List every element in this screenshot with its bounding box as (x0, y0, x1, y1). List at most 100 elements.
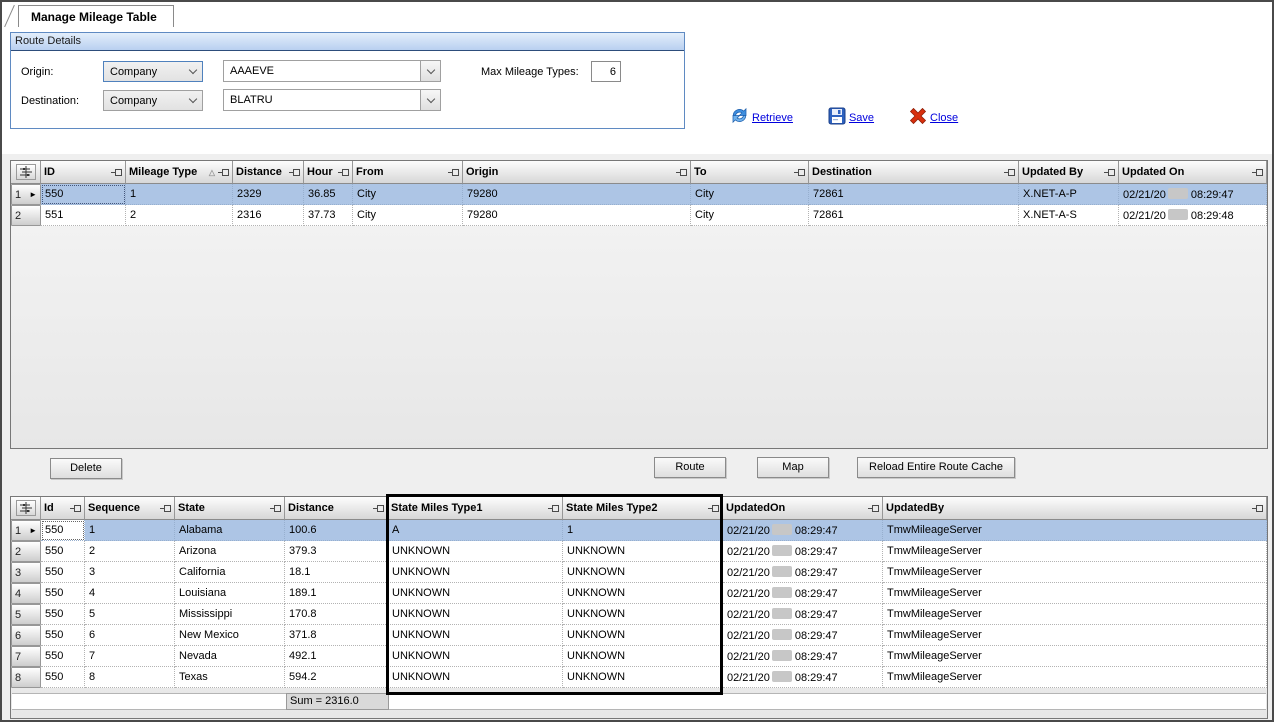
cell-updatedon[interactable]: 02/21/2008:29:47 (723, 646, 883, 667)
cell-state-miles-type2[interactable]: UNKNOWN (563, 646, 723, 667)
table-row[interactable]: 5 550 5 Mississippi 170.8 UNKNOWN UNKNOW… (11, 604, 1267, 625)
pin-icon[interactable] (70, 504, 81, 513)
cell-destination[interactable]: 72861 (809, 205, 1019, 226)
cell-hour[interactable]: 37.73 (304, 205, 353, 226)
cell-updatedon[interactable]: 02/21/2008:29:47 (723, 667, 883, 688)
table-row[interactable]: 2 550 2 Arizona 379.3 UNKNOWN UNKNOWN 02… (11, 541, 1267, 562)
cell-destination[interactable]: 72861 (809, 184, 1019, 205)
cell-state[interactable]: New Mexico (175, 625, 285, 646)
cell-state-miles-type1[interactable]: UNKNOWN (388, 667, 563, 688)
table-row[interactable]: 8 550 8 Texas 594.2 UNKNOWN UNKNOWN 02/2… (11, 667, 1267, 688)
row-selector[interactable]: 2 (11, 541, 41, 562)
close-button[interactable]: Close (908, 106, 958, 131)
cell-state-miles-type1[interactable]: A (388, 520, 563, 541)
cell-mileage-type[interactable]: 1 (126, 184, 233, 205)
column-header-sequence[interactable]: Sequence (85, 497, 175, 520)
cell-updatedby[interactable]: TmwMileageServer (883, 541, 1267, 562)
cell-state[interactable]: California (175, 562, 285, 583)
cell-updatedon[interactable]: 02/21/2008:29:47 (723, 583, 883, 604)
table-row[interactable]: 2 551 2 2316 37.73 City 79280 City 72861… (11, 205, 1267, 226)
cell-distance[interactable]: 100.6 (285, 520, 388, 541)
cell-state-miles-type2[interactable]: UNKNOWN (563, 625, 723, 646)
cell-id[interactable]: 550 (41, 541, 85, 562)
route-button[interactable]: Route (654, 457, 726, 478)
cell-id[interactable]: 550 (41, 583, 85, 604)
pin-icon[interactable] (794, 168, 805, 177)
row-selector[interactable]: 3 (11, 562, 41, 583)
cell-state-miles-type2[interactable]: UNKNOWN (563, 541, 723, 562)
pin-icon[interactable] (1252, 504, 1263, 513)
cell-updatedon[interactable]: 02/21/2008:29:47 (723, 520, 883, 541)
cell-distance[interactable]: 18.1 (285, 562, 388, 583)
pin-icon[interactable] (676, 168, 687, 177)
cell-id[interactable]: 550 (41, 604, 85, 625)
cell-state[interactable]: Alabama (175, 520, 285, 541)
cell-state-miles-type1[interactable]: UNKNOWN (388, 625, 563, 646)
cell-distance[interactable]: 594.2 (285, 667, 388, 688)
cell-updatedon[interactable]: 02/21/2008:29:47 (723, 562, 883, 583)
grid-corner-header[interactable] (11, 497, 41, 520)
cell-state[interactable]: Texas (175, 667, 285, 688)
cell-id[interactable]: 550 (41, 520, 85, 541)
cell-origin[interactable]: 79280 (463, 184, 691, 205)
cell-sequence[interactable]: 7 (85, 646, 175, 667)
row-selector[interactable]: 4 (11, 583, 41, 604)
row-selector[interactable]: 6 (11, 625, 41, 646)
cell-state-miles-type2[interactable]: UNKNOWN (563, 562, 723, 583)
cell-id[interactable]: 551 (41, 205, 126, 226)
cell-distance[interactable]: 2329 (233, 184, 304, 205)
cell-sequence[interactable]: 4 (85, 583, 175, 604)
cell-mileage-type[interactable]: 2 (126, 205, 233, 226)
column-header-updated-on[interactable]: Updated On (1119, 161, 1267, 184)
row-selector[interactable]: 5 (11, 604, 41, 625)
column-header-hour[interactable]: Hour (304, 161, 353, 184)
cell-sequence[interactable]: 3 (85, 562, 175, 583)
column-header-from[interactable]: From (353, 161, 463, 184)
retrieve-button[interactable]: Retrieve (729, 105, 793, 131)
cell-updatedon[interactable]: 02/21/2008:29:47 (723, 604, 883, 625)
cell-updated-on[interactable]: 02/21/2008:29:48 (1119, 205, 1267, 226)
column-header-mileage-type[interactable]: Mileage Type△ (126, 161, 233, 184)
cell-id[interactable]: 550 (41, 562, 85, 583)
delete-button[interactable]: Delete (50, 458, 122, 479)
column-header-updatedby[interactable]: UpdatedBy (883, 497, 1267, 520)
map-button[interactable]: Map (757, 457, 829, 478)
cell-state[interactable]: Arizona (175, 541, 285, 562)
cell-to[interactable]: City (691, 205, 809, 226)
reload-route-cache-button[interactable]: Reload Entire Route Cache (857, 457, 1015, 478)
column-header-destination[interactable]: Destination (809, 161, 1019, 184)
cell-updatedby[interactable]: TmwMileageServer (883, 604, 1267, 625)
cell-sequence[interactable]: 2 (85, 541, 175, 562)
cell-distance[interactable]: 189.1 (285, 583, 388, 604)
cell-hour[interactable]: 36.85 (304, 184, 353, 205)
cell-updatedby[interactable]: TmwMileageServer (883, 520, 1267, 541)
column-header-to[interactable]: To (691, 161, 809, 184)
pin-icon[interactable] (218, 168, 229, 177)
cell-updated-by[interactable]: X.NET-A-P (1019, 184, 1119, 205)
cell-state-miles-type2[interactable]: UNKNOWN (563, 667, 723, 688)
save-button[interactable]: Save (827, 106, 874, 131)
row-selector[interactable]: 1► (11, 184, 41, 205)
cell-distance[interactable]: 2316 (233, 205, 304, 226)
cell-id[interactable]: 550 (41, 667, 85, 688)
cell-updatedon[interactable]: 02/21/2008:29:47 (723, 625, 883, 646)
cell-state-miles-type2[interactable]: UNKNOWN (563, 583, 723, 604)
origin-code-combo[interactable]: AAAEVE (223, 60, 441, 82)
cell-updatedby[interactable]: TmwMileageServer (883, 583, 1267, 604)
pin-icon[interactable] (448, 168, 459, 177)
pin-icon[interactable] (548, 504, 559, 513)
table-row[interactable]: 3 550 3 California 18.1 UNKNOWN UNKNOWN … (11, 562, 1267, 583)
row-selector[interactable]: 2 (11, 205, 41, 226)
cell-distance[interactable]: 170.8 (285, 604, 388, 625)
destination-code-drop-button[interactable] (420, 90, 440, 110)
cell-state-miles-type2[interactable]: UNKNOWN (563, 604, 723, 625)
cell-origin[interactable]: 79280 (463, 205, 691, 226)
pin-icon[interactable] (373, 504, 384, 513)
column-header-id[interactable]: Id (41, 497, 85, 520)
tab-manage-mileage-table[interactable]: Manage Mileage Table (18, 5, 174, 27)
cell-updated-on[interactable]: 02/21/2008:29:47 (1119, 184, 1267, 205)
table-row[interactable]: 1► 550 1 2329 36.85 City 79280 City 7286… (11, 184, 1267, 205)
column-header-updatedon[interactable]: UpdatedOn (723, 497, 883, 520)
table-row[interactable]: 1► 550 1 Alabama 100.6 A 1 02/21/2008:29… (11, 520, 1267, 541)
cell-state-miles-type1[interactable]: UNKNOWN (388, 646, 563, 667)
